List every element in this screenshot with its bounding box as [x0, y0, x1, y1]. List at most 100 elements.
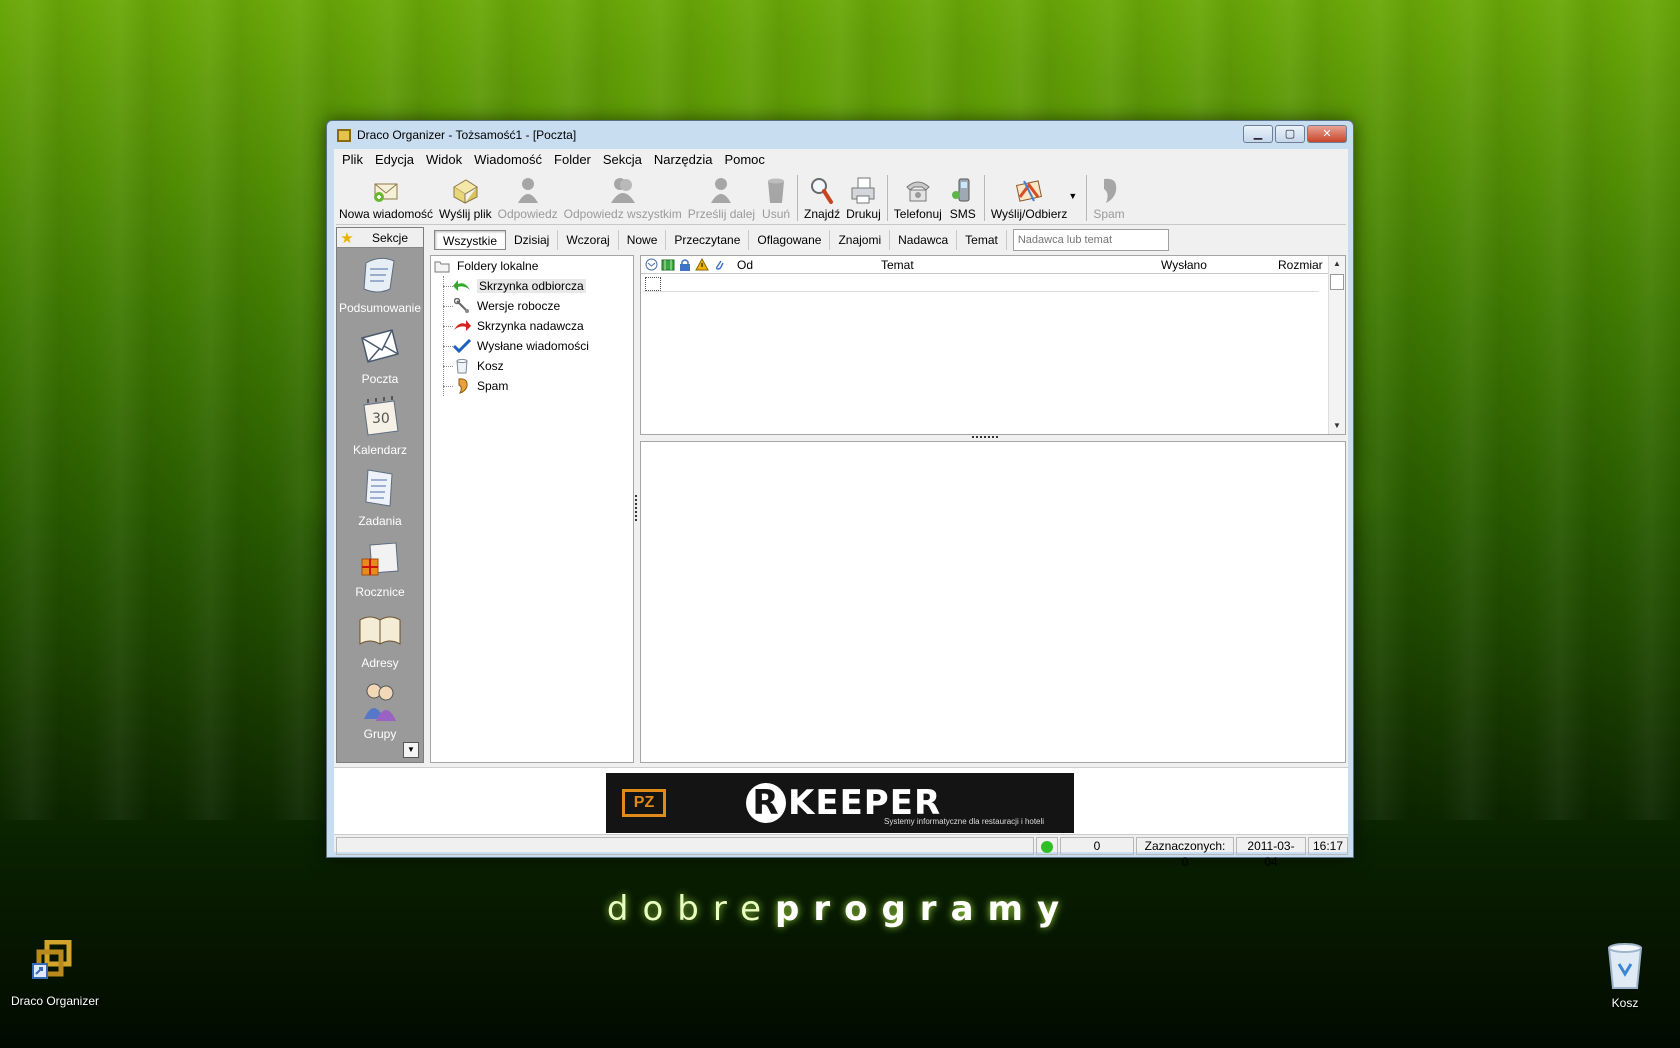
menu-wiadomosc[interactable]: Wiadomość	[468, 149, 548, 171]
folder-sent[interactable]: Wysłane wiadomości	[431, 336, 633, 356]
scroll-down-arrow-icon[interactable]: ▼	[1329, 418, 1345, 434]
find-button[interactable]: Znajdź	[801, 171, 843, 225]
attachment-paperclip-column-icon[interactable]	[712, 258, 726, 272]
ad-brand-letter: R	[746, 783, 786, 823]
filter-nadawca[interactable]: Nadawca	[890, 230, 958, 250]
reply-all-button[interactable]: Odpowiedz wszystkim	[561, 171, 685, 225]
toolbar-label: Wyślij plik	[439, 207, 492, 221]
sidebar-item-rocznice[interactable]: Rocznice	[337, 532, 423, 603]
filter-dzisiaj[interactable]: Dzisiaj	[506, 230, 559, 250]
message-list: Od Temat Wysłano Rozmiar ▲ ▼	[640, 255, 1346, 435]
folder-inbox[interactable]: Skrzynka odbiorcza	[431, 276, 633, 296]
sidebar-item-zadania[interactable]: Zadania	[337, 461, 423, 532]
column-from[interactable]: Od	[737, 258, 753, 272]
focus-cell	[645, 277, 661, 291]
main-toolbar: Nowa wiadomość Wyślij plik Odpowiedz Odp…	[336, 171, 1346, 225]
ad-partner-logo: PZ	[622, 789, 666, 817]
menu-sekcja[interactable]: Sekcja	[597, 149, 648, 171]
folder-spam[interactable]: Spam	[431, 376, 633, 396]
read-status-column-icon[interactable]	[644, 258, 658, 272]
reply-button[interactable]: Odpowiedz	[495, 171, 561, 225]
sidebar-item-kalendarz[interactable]: 30 Kalendarz	[337, 390, 423, 461]
menu-narzedzia[interactable]: Narzędzia	[648, 149, 719, 171]
menu-plik[interactable]: Plik	[336, 149, 369, 171]
toolbar-label: Znajdź	[804, 207, 841, 221]
sender-or-subject-search-input[interactable]	[1012, 229, 1169, 251]
status-time: 16:17	[1308, 837, 1348, 855]
filter-nowe[interactable]: Nowe	[619, 230, 667, 250]
draco-organizer-icon	[31, 939, 79, 988]
folder-outbox[interactable]: Skrzynka nadawcza	[431, 316, 633, 336]
sidebar-item-podsumowanie[interactable]: Podsumowanie	[337, 248, 423, 319]
column-size[interactable]: Rozmiar	[1278, 258, 1323, 272]
sidebar-item-poczta[interactable]: Poczta	[337, 319, 423, 390]
print-button[interactable]: Drukuj	[843, 171, 884, 225]
send-file-button[interactable]: Wyślij plik	[436, 171, 495, 225]
table-row[interactable]	[643, 276, 1319, 292]
filter-temat[interactable]: Temat	[957, 230, 1007, 250]
forward-person-icon	[706, 175, 736, 205]
sms-button[interactable]: SMS	[945, 171, 981, 225]
toolbar-label: Prześlij dalej	[687, 207, 756, 221]
sidebar-item-adresy[interactable]: Adresy	[337, 603, 423, 674]
folder-tree: Foldery lokalne Skrzynka odbiorcza Wersj…	[430, 255, 634, 763]
filter-znajomi[interactable]: Znajomi	[830, 230, 891, 250]
splitter-grip	[972, 436, 998, 439]
folder-drafts[interactable]: Wersje robocze	[431, 296, 633, 316]
filter-wszystkie[interactable]: Wszystkie	[434, 230, 506, 250]
app-icon	[337, 129, 351, 142]
maximize-button[interactable]: ▢	[1275, 125, 1305, 143]
column-sent[interactable]: Wysłano	[1161, 258, 1207, 272]
recycle-bin-icon	[1605, 942, 1645, 990]
sidebar-item-grupy[interactable]: Grupy	[337, 674, 423, 745]
scroll-up-arrow-icon[interactable]: ▲	[1329, 256, 1345, 272]
delete-button[interactable]: Usuń	[758, 171, 794, 225]
minimize-button[interactable]: ▁	[1243, 125, 1273, 143]
message-preview-pane[interactable]	[640, 441, 1346, 763]
send-receive-button[interactable]: Wyślij/Odbierz	[988, 171, 1071, 225]
column-subject[interactable]: Temat	[881, 258, 914, 272]
message-filter-bar: Wszystkie Dzisiaj Wczoraj Nowe Przeczyta…	[430, 227, 1346, 253]
menu-edycja[interactable]: Edycja	[369, 149, 420, 171]
filter-oflagowane[interactable]: Oflagowane	[749, 230, 831, 250]
sidebar-scroll-down-button[interactable]: ▼	[403, 742, 419, 758]
menu-pomoc[interactable]: Pomoc	[718, 149, 770, 171]
window-titlebar[interactable]: Draco Organizer - Tożsamość1 - [Poczta] …	[327, 121, 1353, 149]
folder-root-local[interactable]: Foldery lokalne	[431, 256, 633, 276]
folder-label: Skrzynka odbiorcza	[477, 279, 586, 293]
toolbar-label: SMS	[949, 207, 976, 221]
filter-przeczytane[interactable]: Przeczytane	[666, 230, 750, 250]
toolbar-label: Telefonuj	[893, 207, 942, 221]
sections-header[interactable]: ★ Sekcje	[337, 228, 423, 248]
connection-status-indicator	[1036, 837, 1058, 855]
svg-text:30: 30	[372, 411, 390, 427]
spam-button[interactable]: Spam	[1090, 171, 1127, 225]
priority-warning-column-icon[interactable]	[695, 258, 709, 272]
send-receive-dropdown-arrow[interactable]: ▼	[1068, 171, 1077, 201]
message-list-scrollbar[interactable]: ▲ ▼	[1328, 256, 1345, 434]
forward-button[interactable]: Prześlij dalej	[685, 171, 758, 225]
advertisement-banner[interactable]: PZ R KEEPER Systemy informatyczne dla res…	[606, 773, 1074, 833]
reply-person-icon	[513, 175, 543, 205]
scroll-thumb[interactable]	[1330, 274, 1344, 290]
desktop-icon-draco-organizer[interactable]: Draco Organizer	[0, 939, 110, 1008]
message-count: 0	[1060, 837, 1134, 855]
desktop-brand-watermark: dobreprogramy	[606, 889, 1074, 929]
sidebar-item-label: Kalendarz	[352, 443, 408, 457]
desktop-icon-trash[interactable]: Kosz	[1570, 942, 1680, 1010]
call-button[interactable]: Telefonuj	[891, 171, 945, 225]
attachment-type-column-icon[interactable]	[661, 258, 675, 272]
filter-wczoraj[interactable]: Wczoraj	[558, 230, 619, 250]
menu-folder[interactable]: Folder	[548, 149, 597, 171]
mobile-phone-icon	[948, 175, 978, 205]
status-bar: 0 Zaznaczonych: 0 2011-03-04 16:17	[334, 837, 1348, 869]
toolbar-separator	[983, 175, 985, 221]
encryption-lock-column-icon[interactable]	[678, 258, 692, 272]
send-receive-icon	[1014, 175, 1044, 205]
sidebar-item-label: Podsumowanie	[338, 301, 422, 315]
summary-scroll-icon	[363, 257, 395, 293]
menu-widok[interactable]: Widok	[420, 149, 468, 171]
new-message-button[interactable]: Nowa wiadomość	[336, 171, 436, 225]
close-button[interactable]: ✕	[1307, 125, 1347, 143]
folder-trash[interactable]: Kosz	[431, 356, 633, 376]
